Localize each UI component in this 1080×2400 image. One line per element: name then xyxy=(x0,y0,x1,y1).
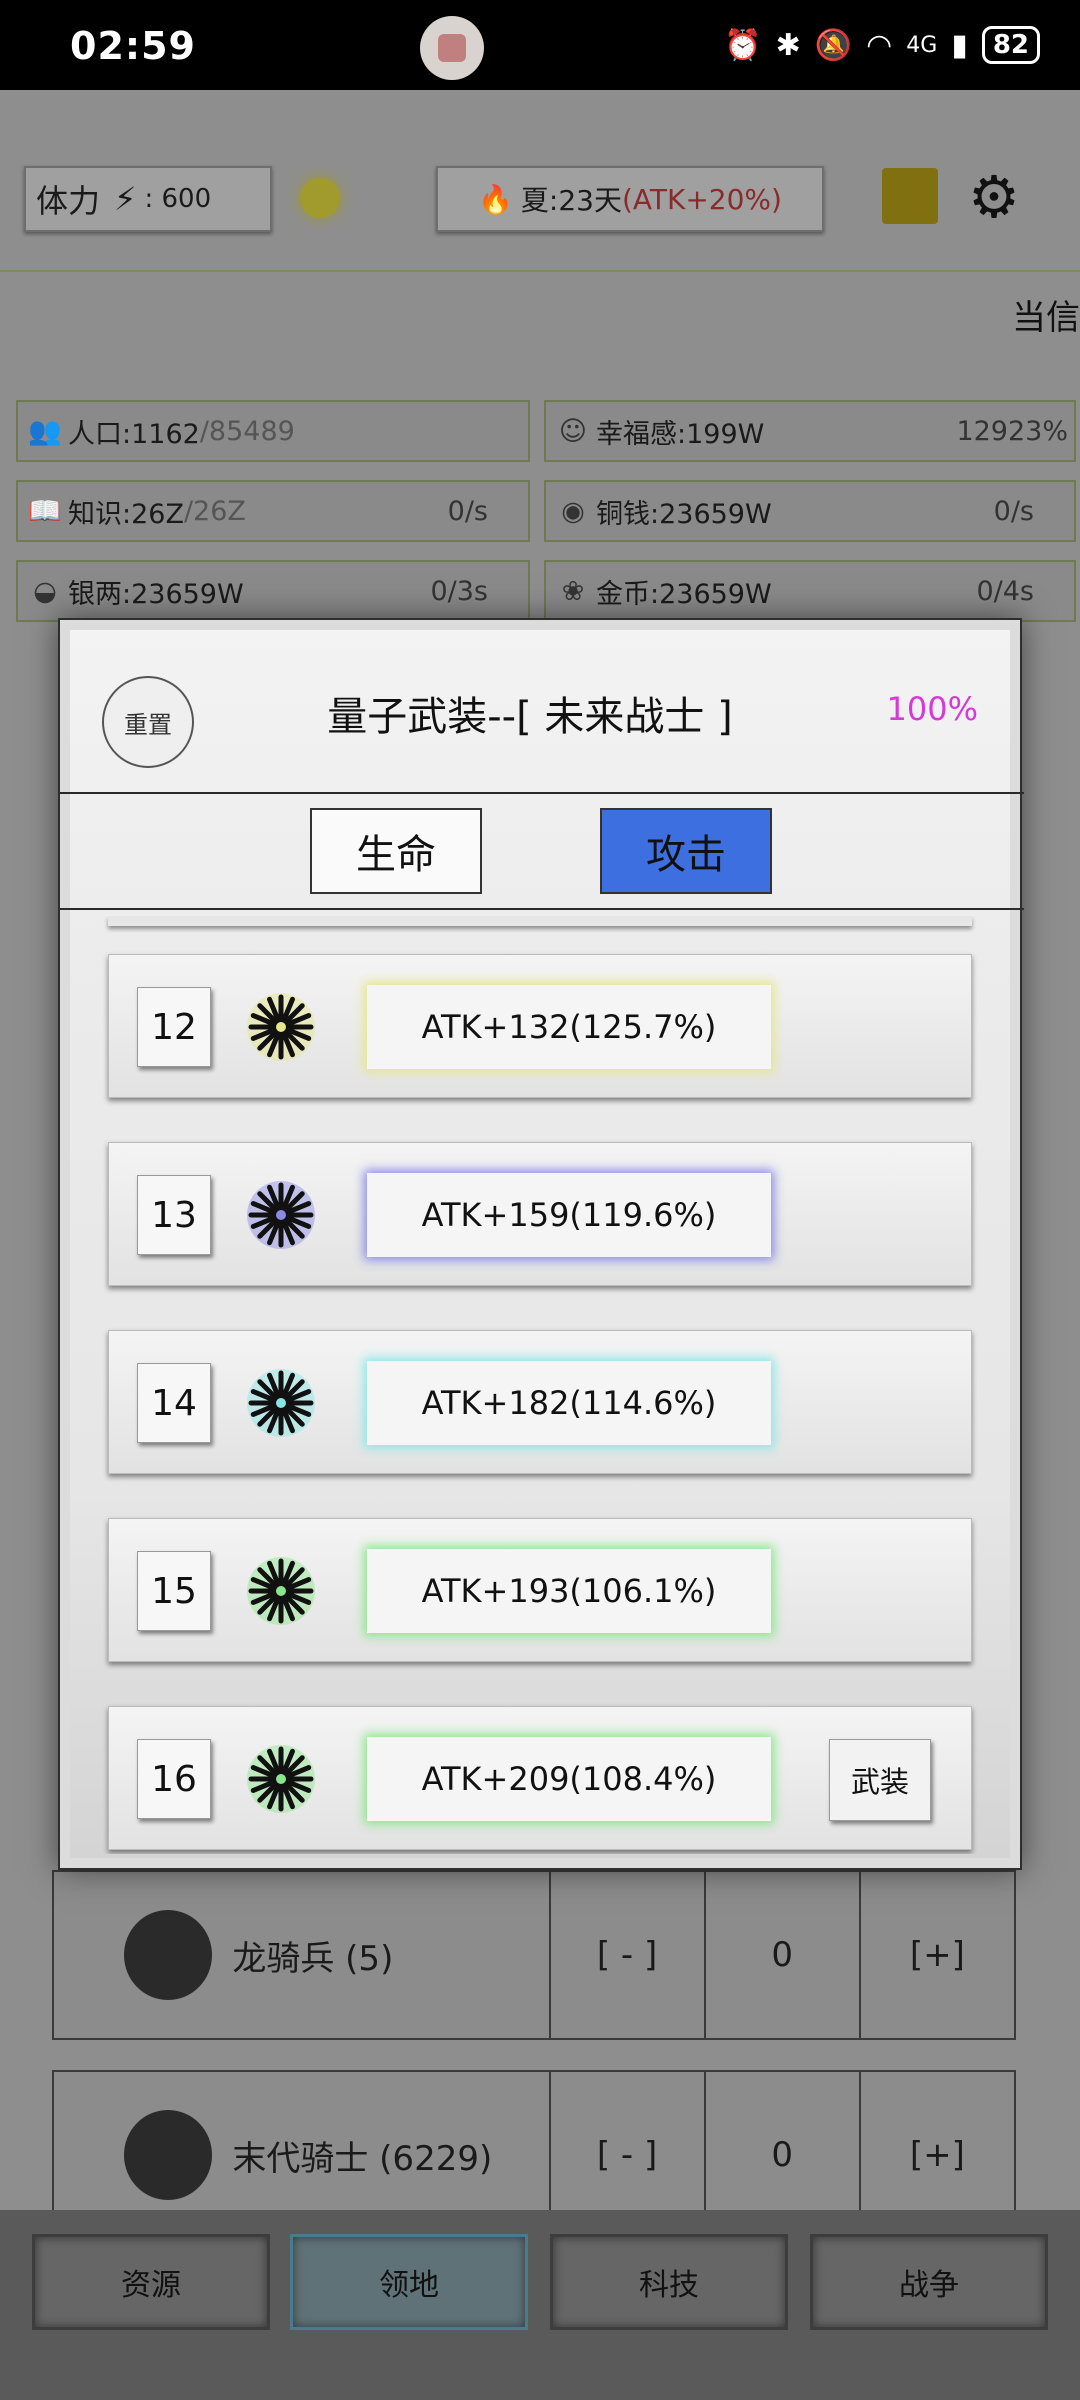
mute-icon: 🔕 xyxy=(814,27,853,63)
resource-knowledge: 📖 知识:26Z /26Z 0/s xyxy=(16,480,530,542)
status-icons: ⏰ ✱ 🔕 ◠ 4G ▮ 82 xyxy=(724,26,1040,64)
bluetooth-icon: ✱ xyxy=(775,27,801,63)
unit-count: 0 xyxy=(703,1870,859,2040)
armament-card: 16 ATK+209(108.4%) 武装 xyxy=(108,1706,972,1850)
attack-stat: ATK+132(125.7%) xyxy=(367,985,771,1069)
status-bar: 02:59 ⏰ ✱ 🔕 ◠ 4G ▮ 82 xyxy=(0,0,1080,90)
attack-stat: ATK+209(108.4%) xyxy=(367,1737,771,1821)
gear-icon[interactable]: ⚙ xyxy=(968,168,1020,226)
people-icon: 👥 xyxy=(28,416,62,447)
alarm-icon: ⏰ xyxy=(724,27,762,63)
coin-icon: ◉ xyxy=(561,495,585,527)
scrolling-notice: 当信 xyxy=(1012,298,1080,338)
armored-knight-icon xyxy=(124,2110,213,2200)
resource-rate: 0/s xyxy=(447,495,488,527)
book-icon: 📖 xyxy=(28,496,62,527)
fire-icon: 🔥 xyxy=(478,182,513,216)
nav-technology[interactable]: 科技 xyxy=(550,2234,788,2330)
armament-card: 15 ATK+193(106.1%) xyxy=(108,1518,972,1662)
resource-gold: ❀ 金币:23659W 0/4s xyxy=(544,560,1076,622)
level-badge: 16 xyxy=(137,1739,211,1819)
divider xyxy=(0,270,1080,272)
unit-name: 末代骑士 (6229) xyxy=(232,2138,493,2179)
dialog-title: 量子武装--[ 未来战士 ] xyxy=(327,694,733,740)
level-badge: 15 xyxy=(137,1551,211,1631)
nav-war[interactable]: 战争 xyxy=(810,2234,1048,2330)
season-box: 🔥 夏:23天 (ATK+20%) xyxy=(436,166,824,232)
level-badge: 12 xyxy=(137,987,211,1067)
lightning-icon: ⚡ xyxy=(114,180,137,218)
starburst-core-icon xyxy=(247,1557,315,1625)
resource-label: 金币:23659W xyxy=(596,578,772,610)
wifi-icon: ◠ xyxy=(866,27,893,63)
divider xyxy=(60,792,1024,794)
resource-copper: ◉ 铜钱:23659W 0/s xyxy=(544,480,1076,542)
resource-silver: ◒ 银两:23659W 0/3s xyxy=(16,560,530,622)
resource-capacity: /26Z xyxy=(183,495,246,527)
season-bonus: (ATK+20%) xyxy=(621,182,782,216)
attack-stat: ATK+193(106.1%) xyxy=(367,1549,771,1633)
increase-button[interactable]: [+] xyxy=(858,1870,1014,2040)
battery-indicator: 82 xyxy=(981,26,1040,64)
reset-button[interactable]: 重置 xyxy=(102,676,194,768)
tab-life[interactable]: 生命 xyxy=(310,808,482,894)
knight-helmet-icon xyxy=(124,1910,213,2000)
progress-percent: 100% xyxy=(886,690,978,728)
decrease-button[interactable]: [ - ] xyxy=(548,1870,704,2040)
unit-row-dragoon: 龙骑兵 (5) [ - ] 0 [+] xyxy=(52,1870,1016,2040)
bottom-nav: 资源 领地 科技 战争 xyxy=(0,2210,1080,2400)
resource-label: 知识:26Z xyxy=(68,498,184,530)
stamina-value: : 600 xyxy=(144,184,212,214)
season-text: 夏:23天 xyxy=(520,184,622,217)
level-badge: 13 xyxy=(137,1175,211,1255)
divider xyxy=(60,908,1024,910)
resource-happiness: ☺ 幸福感:199W 12923% xyxy=(544,400,1076,462)
armament-card: 13 ATK+159(119.6%) xyxy=(108,1142,972,1286)
attack-stat: ATK+182(114.6%) xyxy=(367,1361,771,1445)
resource-rate: 0/4s xyxy=(976,575,1034,607)
starburst-core-icon xyxy=(247,1181,315,1249)
stamina-label: 体力 xyxy=(36,182,101,220)
gold-icon: ❀ xyxy=(561,575,585,607)
tab-attack[interactable]: 攻击 xyxy=(600,808,772,894)
top-bar: 体力 ⚡ : 600 🔥 夏:23天 (ATK+20%) ⚙ 当信 xyxy=(0,90,1080,338)
unit-name: 龙骑兵 (5) xyxy=(232,1938,394,1979)
signal-icon: 4G xyxy=(906,32,938,58)
app-avatar-icon xyxy=(420,16,484,80)
resource-label: 幸福感:199W xyxy=(596,418,765,450)
nav-resources[interactable]: 资源 xyxy=(32,2234,270,2330)
sun-icon xyxy=(300,178,340,218)
clock: 02:59 xyxy=(70,24,196,68)
smile-icon: ☺ xyxy=(558,415,588,447)
nav-territory[interactable]: 领地 xyxy=(290,2234,528,2330)
gift-icon[interactable] xyxy=(882,168,938,224)
signal-bars-icon: ▮ xyxy=(951,27,968,63)
level-badge: 14 xyxy=(137,1363,211,1443)
starburst-core-icon xyxy=(247,1745,315,1813)
stamina-box: 体力 ⚡ : 600 xyxy=(24,166,272,232)
resource-rate: 0/s xyxy=(993,495,1034,527)
starburst-core-icon xyxy=(247,1369,315,1437)
previous-card-edge xyxy=(108,916,972,926)
resource-rate: 0/3s xyxy=(430,575,488,607)
resource-label: 人口:1162 xyxy=(68,418,200,450)
starburst-core-icon xyxy=(247,993,315,1061)
equip-button[interactable]: 武装 xyxy=(829,1739,931,1821)
resource-label: 铜钱:23659W xyxy=(596,498,772,530)
armament-list[interactable]: 12 ATK+132(125.7%) 13 ATK+159(119.6%) 14 ATK+… xyxy=(70,916,1014,1854)
armament-card: 14 ATK+182(114.6%) xyxy=(108,1330,972,1474)
attack-stat: ATK+159(119.6%) xyxy=(367,1173,771,1257)
resource-population: 👥 人口:1162 /85489 xyxy=(16,400,530,462)
ingot-icon: ◒ xyxy=(33,575,57,607)
resource-capacity: /85489 xyxy=(199,415,295,447)
resource-rate: 12923% xyxy=(956,415,1068,447)
quantum-armament-dialog: 重置 量子武装--[ 未来战士 ] 100% 生命 攻击 12 ATK+132(1… xyxy=(58,618,1024,1870)
resource-label: 银两:23659W xyxy=(68,578,244,610)
armament-card: 12 ATK+132(125.7%) xyxy=(108,954,972,1098)
